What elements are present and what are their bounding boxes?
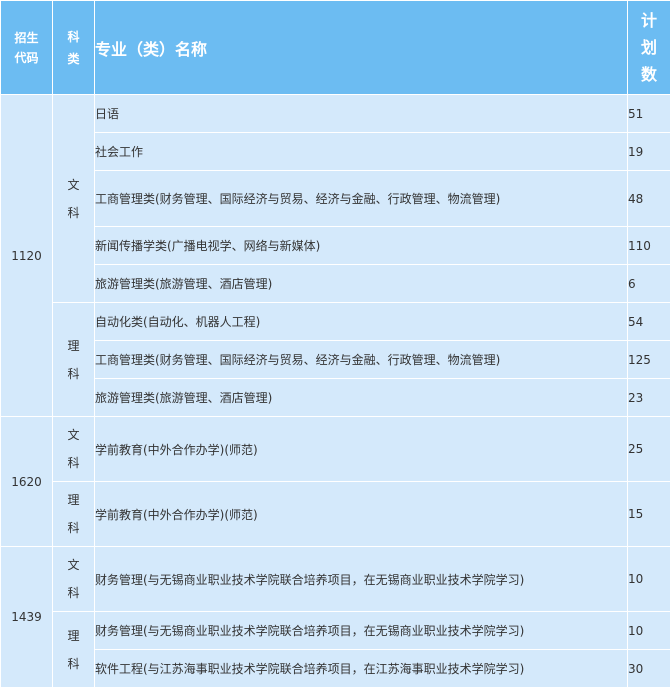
enrollment-code-cell: 1120 <box>1 95 53 417</box>
table-row: 工商管理类(财务管理、国际经济与贸易、经济与金融、行政管理、物流管理) 48 <box>1 171 670 227</box>
enrollment-code-cell: 1439 <box>1 547 53 688</box>
major-name-cell: 学前教育(中外合作办学)(师范) <box>95 417 628 482</box>
major-name-cell: 社会工作 <box>95 133 628 171</box>
enrollment-plan-table: 招生 代码 科 类 专业（类）名称 计 划 数 1120 文 科 日语 51 <box>0 0 670 688</box>
table-row: 理 科 学前教育(中外合作办学)(师范) 15 <box>1 482 670 547</box>
table-row: 1620 文 科 学前教育(中外合作办学)(师范) 25 <box>1 417 670 482</box>
major-name-cell: 学前教育(中外合作办学)(师范) <box>95 482 628 547</box>
category-cell: 文 科 <box>53 547 95 612</box>
plan-count-cell: 30 <box>628 650 670 688</box>
table-row: 1439 文 科 财务管理(与无锡商业职业技术学院联合培养项目，在无锡商业职业技… <box>1 547 670 612</box>
plan-count-cell: 10 <box>628 612 670 650</box>
plan-count-cell: 48 <box>628 171 670 227</box>
category-cell: 文 科 <box>53 95 95 303</box>
category-cell: 理 科 <box>53 303 95 417</box>
major-name-cell: 日语 <box>95 95 628 133</box>
plan-count-cell: 110 <box>628 227 670 265</box>
table-row: 理 科 自动化类(自动化、机器人工程) 54 <box>1 303 670 341</box>
table-row: 旅游管理类(旅游管理、酒店管理) 23 <box>1 379 670 417</box>
major-name-cell: 自动化类(自动化、机器人工程) <box>95 303 628 341</box>
table-row: 工商管理类(财务管理、国际经济与贸易、经济与金融、行政管理、物流管理) 125 <box>1 341 670 379</box>
table-row: 新闻传播学类(广播电视学、网络与新媒体) 110 <box>1 227 670 265</box>
major-name-cell: 软件工程(与江苏海事职业技术学院联合培养项目，在江苏海事职业技术学院学习) <box>95 650 628 688</box>
plan-count-cell: 51 <box>628 95 670 133</box>
plan-count-cell: 25 <box>628 417 670 482</box>
major-name-cell: 旅游管理类(旅游管理、酒店管理) <box>95 379 628 417</box>
table-row: 旅游管理类(旅游管理、酒店管理) 6 <box>1 265 670 303</box>
plan-count-cell: 15 <box>628 482 670 547</box>
plan-count-cell: 125 <box>628 341 670 379</box>
table-row: 理 科 财务管理(与无锡商业职业技术学院联合培养项目，在无锡商业职业技术学院学习… <box>1 612 670 650</box>
header-category: 科 类 <box>53 1 95 95</box>
major-name-cell: 财务管理(与无锡商业职业技术学院联合培养项目，在无锡商业职业技术学院学习) <box>95 547 628 612</box>
major-name-cell: 新闻传播学类(广播电视学、网络与新媒体) <box>95 227 628 265</box>
table-row: 软件工程(与江苏海事职业技术学院联合培养项目，在江苏海事职业技术学院学习) 30 <box>1 650 670 688</box>
table-header-row: 招生 代码 科 类 专业（类）名称 计 划 数 <box>1 1 670 95</box>
header-enrollment-code: 招生 代码 <box>1 1 53 95</box>
category-cell: 理 科 <box>53 482 95 547</box>
plan-count-cell: 19 <box>628 133 670 171</box>
category-cell: 理 科 <box>53 612 95 688</box>
table-row: 社会工作 19 <box>1 133 670 171</box>
major-name-cell: 工商管理类(财务管理、国际经济与贸易、经济与金融、行政管理、物流管理) <box>95 171 628 227</box>
plan-count-cell: 6 <box>628 265 670 303</box>
table-row: 1120 文 科 日语 51 <box>1 95 670 133</box>
enrollment-code-cell: 1620 <box>1 417 53 547</box>
plan-count-cell: 54 <box>628 303 670 341</box>
category-cell: 文 科 <box>53 417 95 482</box>
major-name-cell: 财务管理(与无锡商业职业技术学院联合培养项目，在无锡商业职业技术学院学习) <box>95 612 628 650</box>
major-name-cell: 旅游管理类(旅游管理、酒店管理) <box>95 265 628 303</box>
major-name-cell: 工商管理类(财务管理、国际经济与贸易、经济与金融、行政管理、物流管理) <box>95 341 628 379</box>
plan-count-cell: 23 <box>628 379 670 417</box>
header-major-name: 专业（类）名称 <box>95 1 628 95</box>
plan-count-cell: 10 <box>628 547 670 612</box>
header-plan-count: 计 划 数 <box>628 1 670 95</box>
